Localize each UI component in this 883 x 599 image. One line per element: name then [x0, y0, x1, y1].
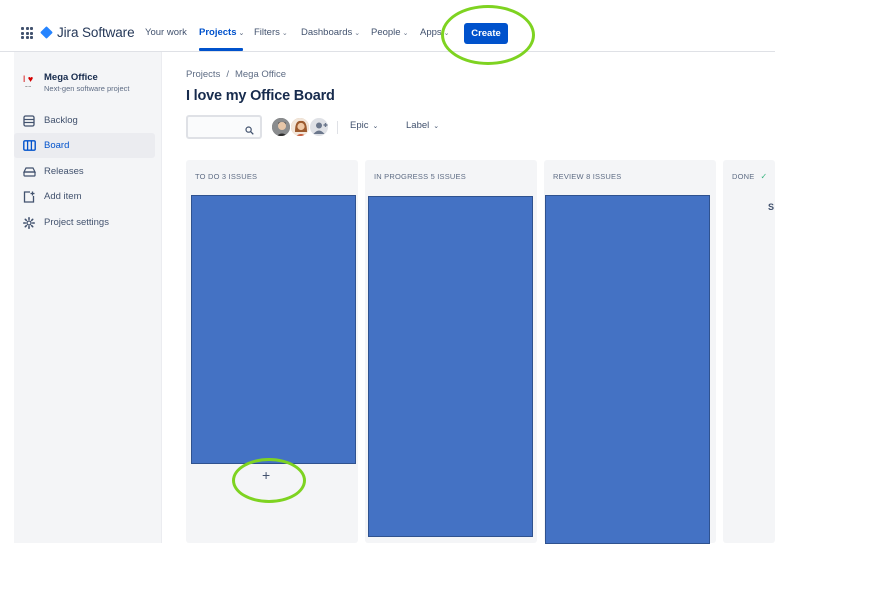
chevron-down-icon: ⌄	[281, 30, 288, 37]
add-item-icon	[14, 190, 44, 203]
breadcrumb-current[interactable]: Mega Office	[235, 69, 286, 80]
sidebar-item-label: Add item	[44, 191, 82, 202]
breadcrumb: Projects / Mega Office	[186, 69, 286, 80]
redacted-cards-in-progress[interactable]	[368, 196, 533, 537]
column-done: DONE ✓ S	[723, 160, 775, 543]
project-type: Next-gen software project	[44, 84, 130, 93]
board-icon	[14, 140, 44, 151]
create-button[interactable]: Create	[464, 23, 508, 44]
sidebar-item-label: Board	[44, 140, 70, 151]
heart-icon: I ♥	[22, 74, 34, 84]
chevron-down-icon: ⌄	[443, 30, 450, 37]
releases-icon	[14, 166, 44, 177]
project-avatar[interactable]: I ♥ ~~	[18, 75, 38, 93]
search-input[interactable]	[188, 117, 244, 137]
sidebar-item-label: Project settings	[44, 217, 109, 228]
nav-dashboards[interactable]: Dashboards ⌄	[301, 27, 360, 38]
add-card-button[interactable]: +	[262, 467, 270, 483]
chevron-down-icon: ⌄	[433, 123, 440, 130]
top-navigation: Jira Software Your work Projects ⌄ Filter…	[0, 0, 775, 52]
jira-logo[interactable]: Jira Software	[40, 25, 135, 40]
epic-filter[interactable]: Epic ⌄	[350, 120, 378, 131]
sidebar-item-backlog[interactable]: Backlog	[14, 108, 155, 133]
project-name[interactable]: Mega Office	[44, 72, 98, 83]
user-avatar[interactable]	[271, 117, 291, 137]
label-filter-label: Label	[406, 120, 430, 131]
column-header: IN PROGRESS 5 ISSUES	[374, 172, 466, 181]
column-header: DONE ✓	[732, 172, 767, 181]
app-switcher-icon[interactable]	[21, 27, 33, 39]
chevron-down-icon: ⌄	[402, 30, 409, 37]
breadcrumb-separator: /	[226, 69, 229, 80]
nav-your-work[interactable]: Your work	[145, 27, 187, 38]
jira-diamond-icon	[40, 26, 53, 39]
nav-your-work-label: Your work	[145, 27, 187, 38]
checkmark-icon: ✓	[760, 172, 768, 181]
sidebar-item-releases[interactable]: Releases	[14, 159, 155, 184]
chevron-down-icon: ⌄	[238, 30, 245, 37]
column-done-title: DONE	[732, 172, 755, 181]
add-people-icon[interactable]	[309, 117, 329, 137]
board-search[interactable]	[186, 115, 262, 139]
nav-filters[interactable]: Filters ⌄	[254, 27, 288, 38]
gear-icon	[14, 216, 44, 229]
done-card-peek: S	[768, 202, 775, 212]
epic-filter-label: Epic	[350, 120, 369, 131]
product-name: Jira Software	[57, 25, 135, 40]
redacted-cards-review[interactable]	[545, 195, 710, 544]
redacted-cards-todo[interactable]	[191, 195, 356, 464]
chevron-down-icon: ⌄	[372, 123, 379, 130]
sidebar-item-board[interactable]: Board	[14, 133, 155, 158]
nav-projects[interactable]: Projects ⌄	[199, 27, 244, 38]
nav-projects-label: Projects	[199, 27, 237, 38]
nav-dashboards-label: Dashboards	[301, 27, 353, 38]
page-title: I love my Office Board	[186, 88, 335, 104]
breadcrumb-projects[interactable]: Projects	[186, 69, 220, 80]
backlog-icon	[14, 114, 44, 127]
column-header: TO DO 3 ISSUES	[195, 172, 258, 181]
user-avatar[interactable]	[290, 117, 310, 137]
chevron-down-icon: ⌄	[354, 30, 361, 37]
nav-apps-label: Apps	[420, 27, 442, 38]
nav-people-label: People	[371, 27, 401, 38]
sidebar-item-project-settings[interactable]: Project settings	[14, 210, 155, 235]
filter-divider	[337, 121, 338, 134]
column-header: REVIEW 8 ISSUES	[553, 172, 622, 181]
project-sidebar: I ♥ ~~ Mega Office Next-gen software pro…	[14, 52, 162, 543]
active-nav-indicator	[199, 48, 243, 51]
nav-filters-label: Filters	[254, 27, 280, 38]
sidebar-item-label: Backlog	[44, 115, 78, 126]
sidebar-item-add-item[interactable]: Add item	[14, 184, 155, 209]
nav-apps[interactable]: Apps ⌄	[420, 27, 450, 38]
avatar-script-mark: ~~	[24, 84, 32, 89]
nav-people[interactable]: People ⌄	[371, 27, 408, 38]
label-filter[interactable]: Label ⌄	[406, 120, 439, 131]
sidebar-item-label: Releases	[44, 166, 84, 177]
search-icon	[245, 122, 254, 140]
